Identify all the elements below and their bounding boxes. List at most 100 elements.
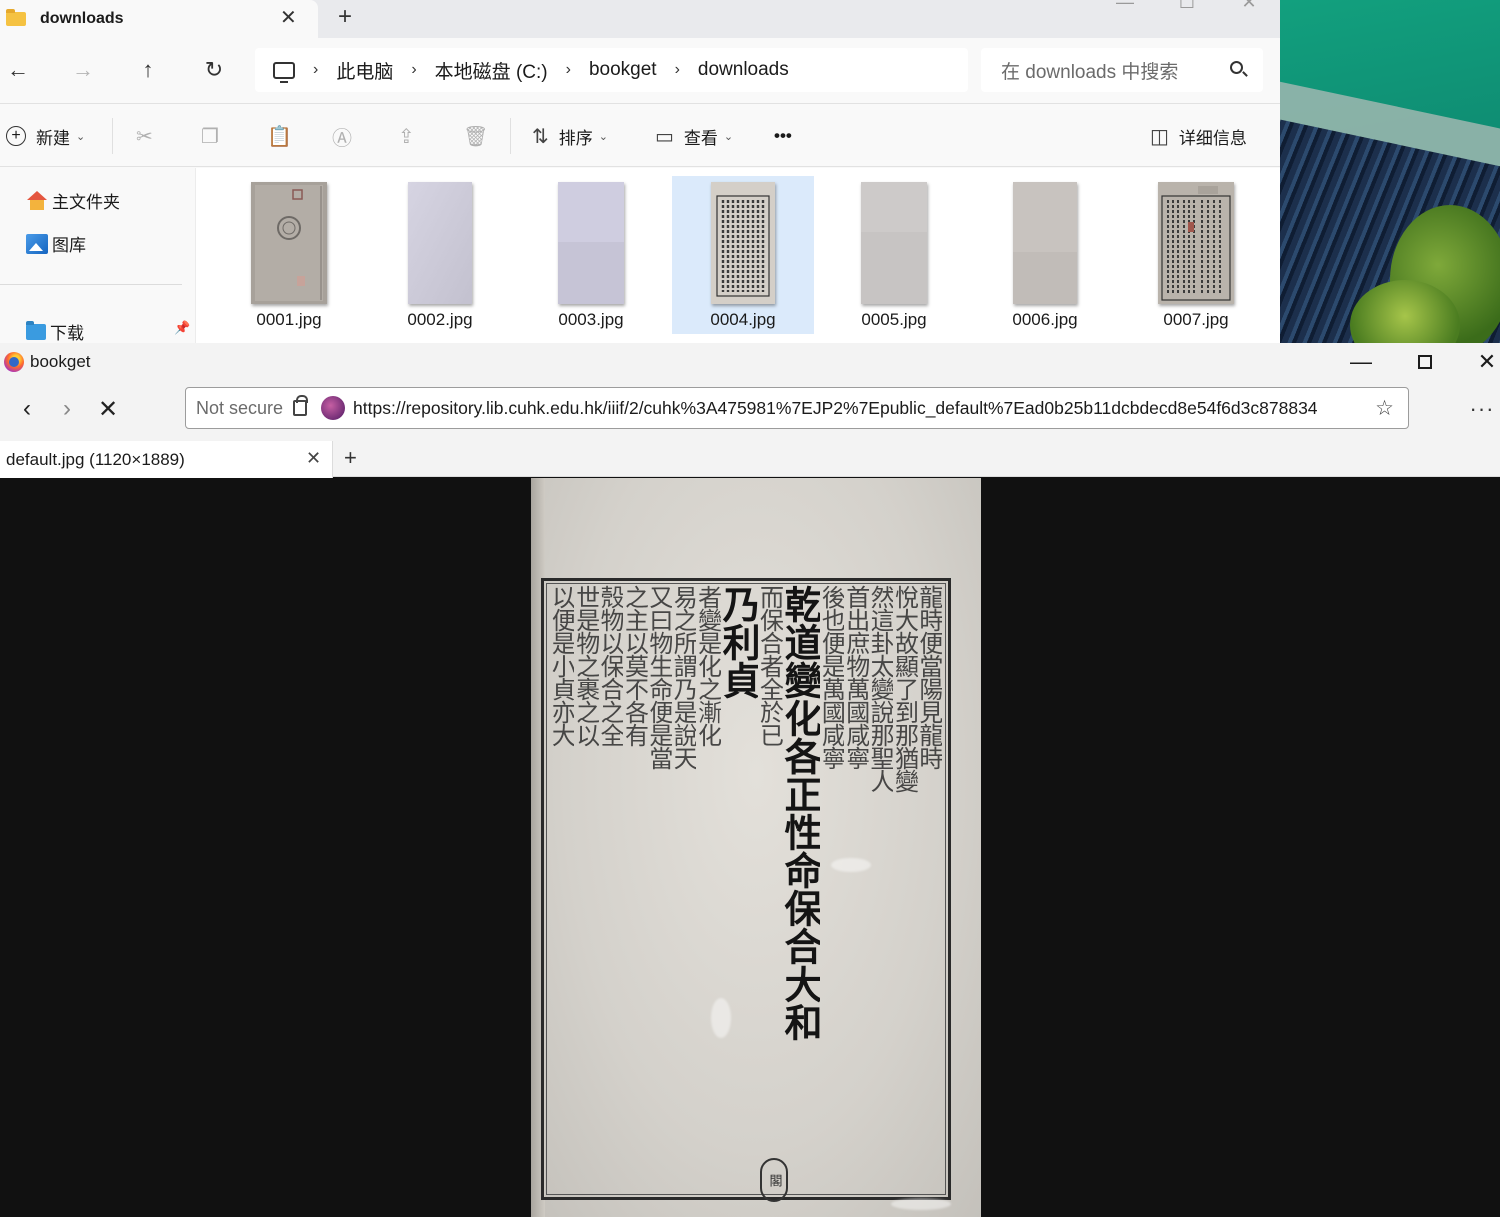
scanned-page-image[interactable]: 龍時便當陽見龍時 悅大故顯了到那猶變 然這卦太變說那聖人 首出庶物萬國咸寧 後也… — [531, 478, 981, 1217]
text-column: 悅大故顯了到那猶變 — [893, 585, 918, 792]
details-pane-icon: ◫ — [1150, 125, 1169, 148]
text-column: 殼物以保合之全 — [598, 585, 624, 746]
breadcrumb-this-pc[interactable]: 此电脑 — [336, 57, 393, 84]
not-secure-label[interactable]: Not secure — [196, 398, 283, 419]
refresh-button[interactable]: ↻ — [196, 52, 232, 88]
back-button[interactable]: ← — [0, 52, 36, 88]
stop-button[interactable]: ✕ — [90, 391, 126, 427]
bookmark-star-icon[interactable]: ☆ — [1375, 396, 1394, 421]
text-column: 首出庶物萬國咸寧 — [844, 585, 869, 769]
view-icon: ▭ — [655, 125, 674, 148]
file-item[interactable]: 0002.jpg — [369, 176, 511, 334]
broken-lock-icon[interactable] — [293, 395, 309, 416]
file-name: 0002.jpg — [407, 310, 473, 329]
breadcrumb-downloads[interactable]: downloads — [698, 59, 789, 81]
chevron-down-icon: ⌄ — [723, 130, 734, 143]
new-tab-button[interactable]: + — [338, 3, 352, 31]
copy-icon: ❐ — [201, 125, 219, 148]
url-bar[interactable]: Not secure https://repository.lib.cuhk.e… — [185, 387, 1409, 429]
text-column: 者變是化之漸化 — [696, 585, 721, 746]
url-text[interactable]: https://repository.lib.cuhk.edu.hk/iiif/… — [353, 398, 1351, 419]
computer-icon[interactable] — [273, 61, 295, 83]
toolbar-divider — [112, 118, 113, 154]
paper-smudge — [711, 998, 731, 1038]
scissors-icon: ✂ — [136, 125, 153, 148]
file-item[interactable]: 0003.jpg — [520, 176, 662, 334]
more-options-button[interactable]: ••• — [774, 104, 792, 168]
explorer-tab[interactable]: downloads ✕ — [0, 0, 318, 38]
file-item[interactable]: 0005.jpg — [823, 176, 965, 334]
new-button[interactable]: + 新建 ⌄ — [6, 104, 85, 168]
view-button[interactable]: ▭ 查看 ⌄ — [655, 104, 733, 168]
maximize-button[interactable] — [1394, 343, 1456, 381]
explorer-body: 主文件夹 图库 下载 📌 0001.jpg 0002.jpg 0003.jpg … — [0, 168, 1280, 343]
details-label: 详细信息 — [1178, 128, 1247, 148]
breadcrumb-bookget[interactable]: bookget — [589, 59, 657, 81]
text-column: 又曰物生命便是當 — [647, 585, 672, 769]
file-item[interactable]: 0006.jpg — [974, 176, 1116, 334]
chevron-right-icon[interactable]: › — [566, 61, 571, 79]
menu-button[interactable]: ··· — [1464, 391, 1500, 427]
text-column: 龍時便當陽見龍時 — [917, 585, 942, 769]
explorer-window-controls: — ☐ ✕ — [1094, 0, 1280, 13]
clipboard-icon: 📋 — [267, 125, 292, 148]
delete-button[interactable]: 🗑 — [463, 104, 488, 168]
share-button[interactable]: ⇪ — [398, 104, 415, 168]
copy-button[interactable]: ❐ — [201, 104, 219, 168]
firefox-icon — [4, 352, 24, 372]
share-icon: ⇪ — [398, 125, 415, 148]
text-column: 易之所謂乃是說天 — [671, 585, 697, 769]
maximize-button[interactable]: ☐ — [1156, 0, 1218, 13]
forward-button[interactable]: › — [49, 391, 85, 427]
file-thumbnail — [711, 182, 775, 304]
pin-icon[interactable]: 📌 — [174, 320, 190, 336]
explorer-titlebar: downloads ✕ + — ☐ ✕ — [0, 0, 1280, 38]
minimize-button[interactable]: — — [1330, 343, 1392, 381]
close-tab-icon[interactable]: ✕ — [306, 448, 321, 469]
sidebar-item-downloads[interactable]: 下载 — [26, 319, 84, 343]
close-tab-icon[interactable]: ✕ — [280, 5, 297, 30]
rename-button[interactable]: Ⓐ — [332, 104, 352, 168]
more-icon: ••• — [774, 126, 792, 145]
file-explorer-window: downloads ✕ + — ☐ ✕ ← → ↑ ↻ › 此电脑 › 本地磁盘… — [0, 0, 1280, 343]
rename-icon: Ⓐ — [332, 127, 352, 150]
browser-titlebar: bookget — ✕ — [0, 343, 1500, 381]
image-viewer: 龍時便當陽見龍時 悅大故顯了到那猶變 然這卦太變說那聖人 首出庶物萬國咸寧 後也… — [0, 478, 1500, 1217]
file-thumbnail — [861, 182, 927, 304]
chevron-down-icon: ⌄ — [76, 130, 86, 143]
close-window-button[interactable]: ✕ — [1218, 0, 1280, 13]
back-button[interactable]: ‹ — [9, 391, 45, 427]
details-pane-button[interactable]: ◫ 详细信息 — [1150, 104, 1247, 168]
new-tab-button[interactable]: + — [344, 445, 357, 471]
cut-button[interactable]: ✂ — [136, 104, 153, 168]
up-button[interactable]: ↑ — [130, 52, 166, 88]
forward-button[interactable]: → — [65, 52, 101, 88]
explorer-tab-title: downloads — [40, 10, 124, 27]
sidebar-item-label: 图库 — [52, 236, 86, 255]
file-item[interactable]: 0007.jpg — [1125, 176, 1267, 334]
sidebar-item-gallery[interactable]: 图库 — [26, 231, 86, 256]
search-input[interactable]: 在 downloads 中搜索 — [981, 48, 1263, 92]
chevron-right-icon[interactable]: › — [411, 61, 416, 79]
sidebar-item-home[interactable]: 主文件夹 — [26, 188, 120, 213]
sort-button[interactable]: ⇅ 排序 ⌄ — [532, 104, 608, 168]
breadcrumb-local-disk[interactable]: 本地磁盘 (C:) — [435, 57, 548, 84]
chevron-right-icon[interactable]: › — [675, 61, 680, 79]
site-favicon-icon — [321, 396, 346, 420]
text-frame: 龍時便當陽見龍時 悅大故顯了到那猶變 然這卦太變說那聖人 首出庶物萬國咸寧 後也… — [541, 578, 951, 1202]
seal-stamp: 閣 — [760, 1158, 788, 1202]
search-icon[interactable] — [1230, 61, 1243, 74]
browser-tab-title: default.jpg (1120×1889) — [6, 449, 185, 469]
file-list: 0001.jpg 0002.jpg 0003.jpg 0004.jpg 0005… — [196, 168, 1280, 343]
file-item[interactable]: 0001.jpg — [218, 176, 360, 334]
paste-button[interactable]: 📋 — [267, 104, 292, 168]
home-icon — [26, 190, 48, 211]
address-bar[interactable]: › 此电脑 › 本地磁盘 (C:) › bookget › downloads — [255, 48, 968, 92]
sidebar-divider — [0, 284, 182, 285]
file-name: 0007.jpg — [1163, 310, 1229, 329]
minimize-button[interactable]: — — [1094, 0, 1156, 13]
file-item-selected[interactable]: 0004.jpg — [672, 176, 814, 334]
close-window-button[interactable]: ✕ — [1456, 343, 1500, 381]
browser-tab[interactable]: default.jpg (1120×1889) ✕ — [0, 441, 333, 478]
chevron-right-icon[interactable]: › — [313, 61, 318, 79]
